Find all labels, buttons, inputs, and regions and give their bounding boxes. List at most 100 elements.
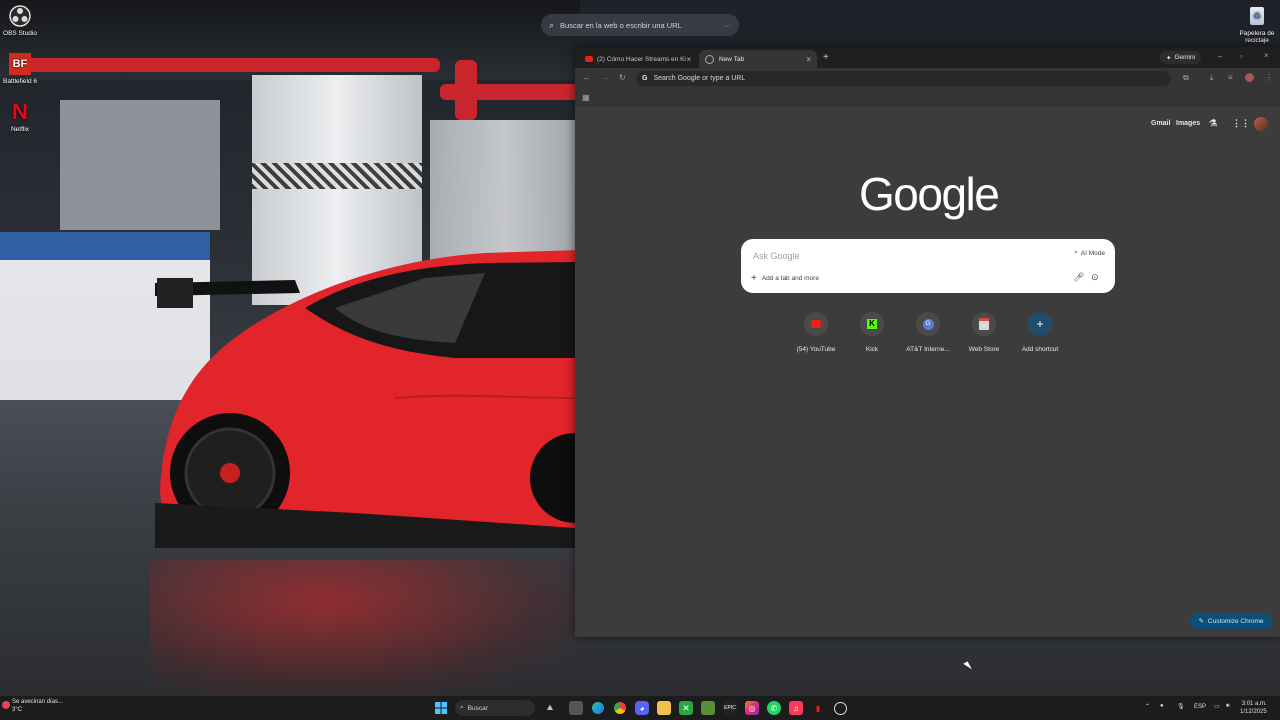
desktop-icon-recycle-bin[interactable]: ♻ Papelera de reciclaje xyxy=(1236,4,1278,44)
omnibox[interactable]: G Search Google or type a URL xyxy=(636,71,1171,86)
desktop-icon-label: Netflix xyxy=(10,126,30,133)
reload-icon[interactable]: ↻ xyxy=(619,74,626,82)
web-store-icon xyxy=(972,312,996,336)
apple-music-icon[interactable]: ♫ xyxy=(789,701,803,715)
google-lens-icon[interactable]: ⊙ xyxy=(1091,272,1099,283)
language-indicator[interactable]: ESP xyxy=(1194,704,1206,710)
profile-avatar-icon[interactable] xyxy=(1245,73,1254,84)
file-explorer-icon[interactable] xyxy=(657,701,671,715)
add-shortcut-button[interactable]: + Add shortcut xyxy=(1012,312,1068,353)
close-tab-icon[interactable]: × xyxy=(806,55,811,64)
ai-mode-icon: ⌕ xyxy=(1074,249,1078,256)
system-clock[interactable]: 3:01 a.m. 1/12/2025 xyxy=(1240,700,1267,716)
back-arrow-icon[interactable]: ← xyxy=(583,74,591,82)
gmail-link[interactable]: Gmail xyxy=(1151,120,1170,127)
tab-new-tab[interactable]: New Tab × xyxy=(699,50,817,68)
gemini-label: Gemini xyxy=(1174,54,1196,61)
plus-icon: + xyxy=(1028,312,1052,336)
taskbar-search-label: Buscar xyxy=(467,704,488,712)
new-tab-page: Gmail Images ⚗ ⋮⋮ Google Ask Google ⌕ AI… xyxy=(575,107,1280,637)
instagram-icon[interactable]: ◎ xyxy=(745,701,759,715)
omnibox-placeholder: Search Google or type a URL xyxy=(653,75,746,82)
discord-icon[interactable]: ◕ xyxy=(635,701,649,715)
whatsapp-icon[interactable]: ✆ xyxy=(767,701,781,715)
windows-start-icon[interactable] xyxy=(434,701,448,715)
desktop-icon-obs[interactable]: OBS Studio xyxy=(0,4,40,37)
search-icon: ⌕ xyxy=(460,704,464,711)
plus-icon: + xyxy=(751,273,757,284)
shortcut-label: Add shortcut xyxy=(1021,346,1059,353)
shortcut-label: (54) YouTube xyxy=(796,346,836,353)
account-avatar[interactable] xyxy=(1254,117,1268,131)
desktop-web-search[interactable]: ⌕ Buscar en la web o escribir una URL ··… xyxy=(541,14,739,36)
images-link[interactable]: Images xyxy=(1176,120,1200,127)
cast-icon[interactable]: ⧉ xyxy=(1183,74,1189,82)
customize-chrome-button[interactable]: ✎ Customize Chrome xyxy=(1190,613,1272,629)
weather-text: Se avecinan días... xyxy=(12,699,64,705)
pencil-icon: ✎ xyxy=(1198,618,1204,625)
search-icon: ⌕ xyxy=(549,19,555,30)
weather-widget[interactable]: Se avecinan días... 3°C xyxy=(2,699,64,715)
weather-temp: 3°C xyxy=(12,706,23,713)
chevron-up-icon[interactable]: ⌃ xyxy=(1145,703,1150,710)
red-app-icon[interactable]: ▮ xyxy=(811,701,825,715)
shortcut-kick[interactable]: K Kick xyxy=(844,312,900,353)
tray-app-icon[interactable]: ● xyxy=(1160,703,1164,709)
google-logo: Google xyxy=(859,168,1000,220)
shortcut-label: Kick xyxy=(865,346,879,353)
xbox-icon[interactable]: ✕ xyxy=(679,701,693,715)
taskbar-search[interactable]: ⌕ Buscar xyxy=(455,700,535,716)
gemini-button[interactable]: ✦ Gemini xyxy=(1160,51,1202,64)
microphone-icon[interactable]: 🎙︎ xyxy=(1177,703,1185,710)
tab-title: New Tab xyxy=(719,55,745,63)
obs-taskbar-icon[interactable] xyxy=(833,701,847,715)
new-tab-plus-icon[interactable]: + xyxy=(823,53,829,63)
shortcut-youtube[interactable]: (54) YouTube xyxy=(788,312,844,353)
recycle-bin-icon: ♻ xyxy=(1245,4,1269,28)
google-g-icon: G xyxy=(642,75,648,82)
taskbar: Se avecinan días... 3°C ⌕ Buscar ⛰ ◕ ✕ E… xyxy=(0,696,1280,720)
maximize-icon[interactable]: ▫ xyxy=(1240,53,1243,61)
google-apps-icon[interactable]: ⋮⋮ xyxy=(1232,118,1250,129)
youtube-icon xyxy=(585,56,593,62)
ntp-search-box[interactable]: Ask Google ⌕ AI Mode + Add a tab and mor… xyxy=(741,239,1115,293)
shortcut-att[interactable]: G AT&T Interne... xyxy=(900,312,956,353)
labs-flask-icon[interactable]: ⚗ xyxy=(1209,118,1217,129)
microphone-icon[interactable]: 🎤︎ xyxy=(1073,272,1084,283)
download-icon[interactable]: ⤓ xyxy=(1210,74,1214,82)
minimize-icon[interactable]: – xyxy=(1218,53,1222,61)
mountain-widget-icon[interactable]: ⛰ xyxy=(540,701,560,715)
forward-arrow-icon[interactable]: → xyxy=(601,74,609,82)
chrome-icon[interactable] xyxy=(613,701,627,715)
add-tab-button[interactable]: + Add a tab and more xyxy=(751,273,819,284)
desktop-icon-netflix[interactable]: N Netflix xyxy=(0,100,40,134)
close-window-icon[interactable]: × xyxy=(1264,52,1269,60)
more-menu-icon[interactable]: ⋮ xyxy=(1265,74,1273,82)
ai-mode-button[interactable]: ⌕ AI Mode xyxy=(1074,249,1105,257)
apps-grid-icon[interactable]: ▦ xyxy=(582,94,590,102)
volume-icon[interactable]: 🔊︎ xyxy=(1226,703,1230,710)
more-options-icon[interactable]: ··· xyxy=(724,21,732,30)
network-icon[interactable]: ▭ xyxy=(1214,703,1220,710)
obs-icon xyxy=(8,4,32,28)
task-view-icon[interactable] xyxy=(569,701,583,715)
shortcut-label: AT&T Interne... xyxy=(906,346,950,353)
clock-time: 3:01 a.m. xyxy=(1241,701,1267,707)
desktop-icon-battlefield[interactable]: BF Battlefield 6 xyxy=(0,52,40,85)
gemini-sparkle-icon: ✦ xyxy=(1166,54,1172,62)
weather-icon xyxy=(2,701,10,709)
concrete-pillar xyxy=(430,120,580,260)
extensions-icon[interactable]: ≡ xyxy=(1228,74,1233,82)
close-tab-icon[interactable]: × xyxy=(686,55,691,64)
epic-games-icon[interactable]: EPIC xyxy=(723,701,737,715)
minecraft-icon[interactable] xyxy=(701,701,715,715)
customize-label: Customize Chrome xyxy=(1207,617,1264,625)
tab-title: (2) Cómo Hacer Streams en Ki xyxy=(597,55,686,63)
shortcut-web-store[interactable]: Web Store xyxy=(956,312,1012,353)
red-race-car xyxy=(155,250,580,548)
edge-icon[interactable] xyxy=(591,701,605,715)
shortcut-label: Web Store xyxy=(968,346,1000,353)
back-wall xyxy=(60,100,220,230)
clock-date: 1/12/2025 xyxy=(1240,709,1267,716)
tab-youtube[interactable]: (2) Cómo Hacer Streams en Ki × xyxy=(579,50,697,68)
